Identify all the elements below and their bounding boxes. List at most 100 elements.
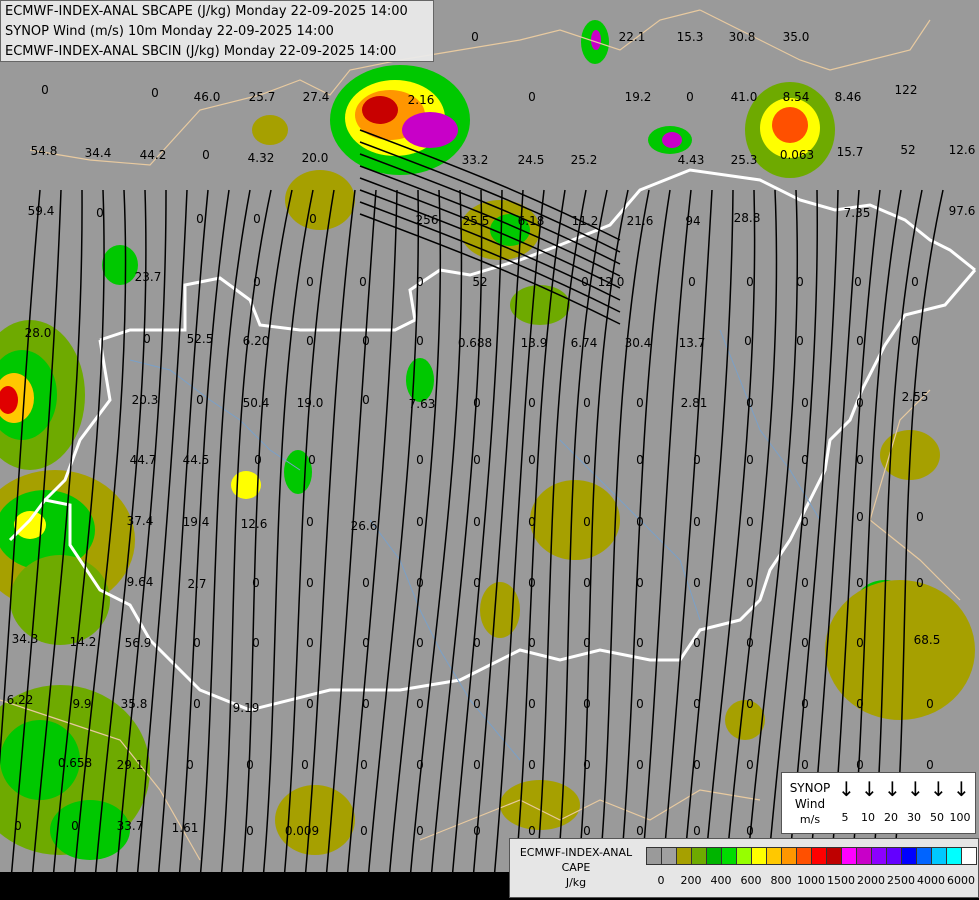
map-value-label: 0	[746, 636, 754, 650]
map-header: ECMWF-INDEX-ANAL SBCAPE (J/kg) Monday 22…	[0, 0, 434, 62]
streamline	[640, 189, 692, 881]
map-value-label: 0	[360, 824, 368, 838]
map-value-label: 0	[416, 697, 424, 711]
map-value-label: 22.1	[618, 30, 646, 44]
map-value-label: 0	[746, 396, 754, 410]
map-value-label: 6.22	[6, 693, 34, 707]
cape-tick-label: 1500	[827, 874, 855, 887]
map-value-label: 0	[416, 636, 424, 650]
wind-legend-title-wind: Wind	[794, 797, 826, 811]
map-value-label: 0	[143, 332, 151, 346]
cape-tick-label: 200	[680, 874, 702, 887]
map-value-label: 50.4	[242, 396, 270, 410]
map-value-label: 0	[581, 275, 589, 289]
map-value-label: 0	[246, 824, 254, 838]
map-value-label: 0	[416, 453, 424, 467]
map-value-label: 2.7	[187, 577, 207, 591]
streamline	[241, 189, 293, 881]
wind-legend-speed: 20	[884, 811, 898, 824]
map-value-label: 4.43	[677, 153, 705, 167]
map-value-label: 0	[252, 576, 260, 590]
streamline	[682, 189, 734, 881]
down-arrow-icon: ↓	[930, 777, 947, 801]
map-value-label: 12.6	[948, 143, 976, 157]
map-value-label: 24.5	[517, 153, 545, 167]
map-value-label: 0	[416, 576, 424, 590]
map-value-label: 46.0	[193, 90, 221, 104]
cape-color-swatch	[676, 847, 692, 865]
map-value-label: 0	[416, 515, 424, 529]
cape-color-swatch	[736, 847, 752, 865]
map-value-label: 0	[801, 515, 809, 529]
cape-color-swatch	[721, 847, 737, 865]
map-value-label: 0	[252, 636, 260, 650]
map-value-label: 0	[744, 334, 752, 348]
map-value-label: 0	[746, 824, 754, 838]
map-value-label: 0.658	[57, 756, 93, 770]
map-value-label: 6.20	[242, 334, 270, 348]
map-value-label: 0	[96, 206, 104, 220]
map-value-label: 13.9	[520, 336, 548, 350]
cape-color-swatch	[661, 847, 677, 865]
map-value-label: 41.0	[730, 90, 758, 104]
map-value-label: 0	[306, 515, 314, 529]
map-value-label: 0	[746, 697, 754, 711]
map-value-label: 0	[416, 824, 424, 838]
map-value-label: 34.4	[84, 146, 112, 160]
map-value-label: 0	[193, 697, 201, 711]
map-value-label: 0	[856, 697, 864, 711]
map-value-label: 0	[528, 515, 536, 529]
map-value-label: 0	[473, 824, 481, 838]
map-value-label: 0	[41, 83, 49, 97]
map-value-label: 0	[528, 697, 536, 711]
map-value-label: 0	[636, 697, 644, 711]
map-value-label: 0	[693, 824, 701, 838]
cape-tick-label: 800	[770, 874, 792, 887]
map-value-label: 0	[688, 275, 696, 289]
map-value-label: 6.74	[570, 336, 598, 350]
streamline	[619, 189, 671, 881]
map-value-label: 0	[926, 758, 934, 772]
map-value-label: 0	[926, 697, 934, 711]
rivers	[129, 329, 821, 761]
map-value-label: 0	[359, 275, 367, 289]
streamline	[388, 189, 442, 881]
map-value-label: 9.9	[72, 697, 92, 711]
map-value-label: 0	[856, 453, 864, 467]
weather-map: 22.1 15.3 30.8 35.0 46.0 25.7 27.4 2.16 19.2 41.0…	[0, 0, 979, 900]
map-value-label: 0	[746, 758, 754, 772]
map-value-label: 0	[856, 636, 864, 650]
cape-color-swatch	[841, 847, 857, 865]
map-value-label: 0	[309, 212, 317, 226]
map-value-label: 0	[528, 758, 536, 772]
map-value-label: 0	[306, 636, 314, 650]
cape-color-swatch	[706, 847, 722, 865]
map-value-label: 20.0	[301, 151, 329, 165]
cape-color-swatch	[826, 847, 842, 865]
map-value-label: 0	[528, 636, 536, 650]
map-value-label: 0	[636, 396, 644, 410]
map-value-label: 0	[911, 275, 919, 289]
streamline	[661, 189, 713, 881]
map-value-label: 0	[746, 453, 754, 467]
down-arrow-icon: ↓	[953, 777, 970, 801]
cape-tick-label: 2500	[887, 874, 915, 887]
cape-legend: ECMWF-INDEX-ANAL CAPE J/kg 0 200 400 600 800…	[509, 838, 979, 898]
map-value-label: 8.46	[834, 90, 862, 104]
map-value-label: 0	[801, 636, 809, 650]
map-value-label: 0	[151, 86, 159, 100]
map-value-label: 0	[636, 824, 644, 838]
map-value-label: 122	[894, 83, 918, 97]
map-value-label: 25.2	[570, 153, 598, 167]
map-value-label: 2.55	[901, 390, 929, 404]
header-line-wind: SYNOP Wind (m/s) 10m Monday 22-09-2025 1…	[5, 24, 334, 39]
cape-color-swatch	[886, 847, 902, 865]
cape-legend-unit: J/kg	[565, 876, 587, 889]
map-value-label: 0	[528, 396, 536, 410]
map-value-label: 0	[854, 275, 862, 289]
map-value-label: 0	[693, 758, 701, 772]
map-value-label: 0	[583, 697, 591, 711]
map-value-label: 52	[900, 143, 916, 157]
map-value-label: 0	[583, 396, 591, 410]
map-value-label: 12.6	[240, 517, 268, 531]
